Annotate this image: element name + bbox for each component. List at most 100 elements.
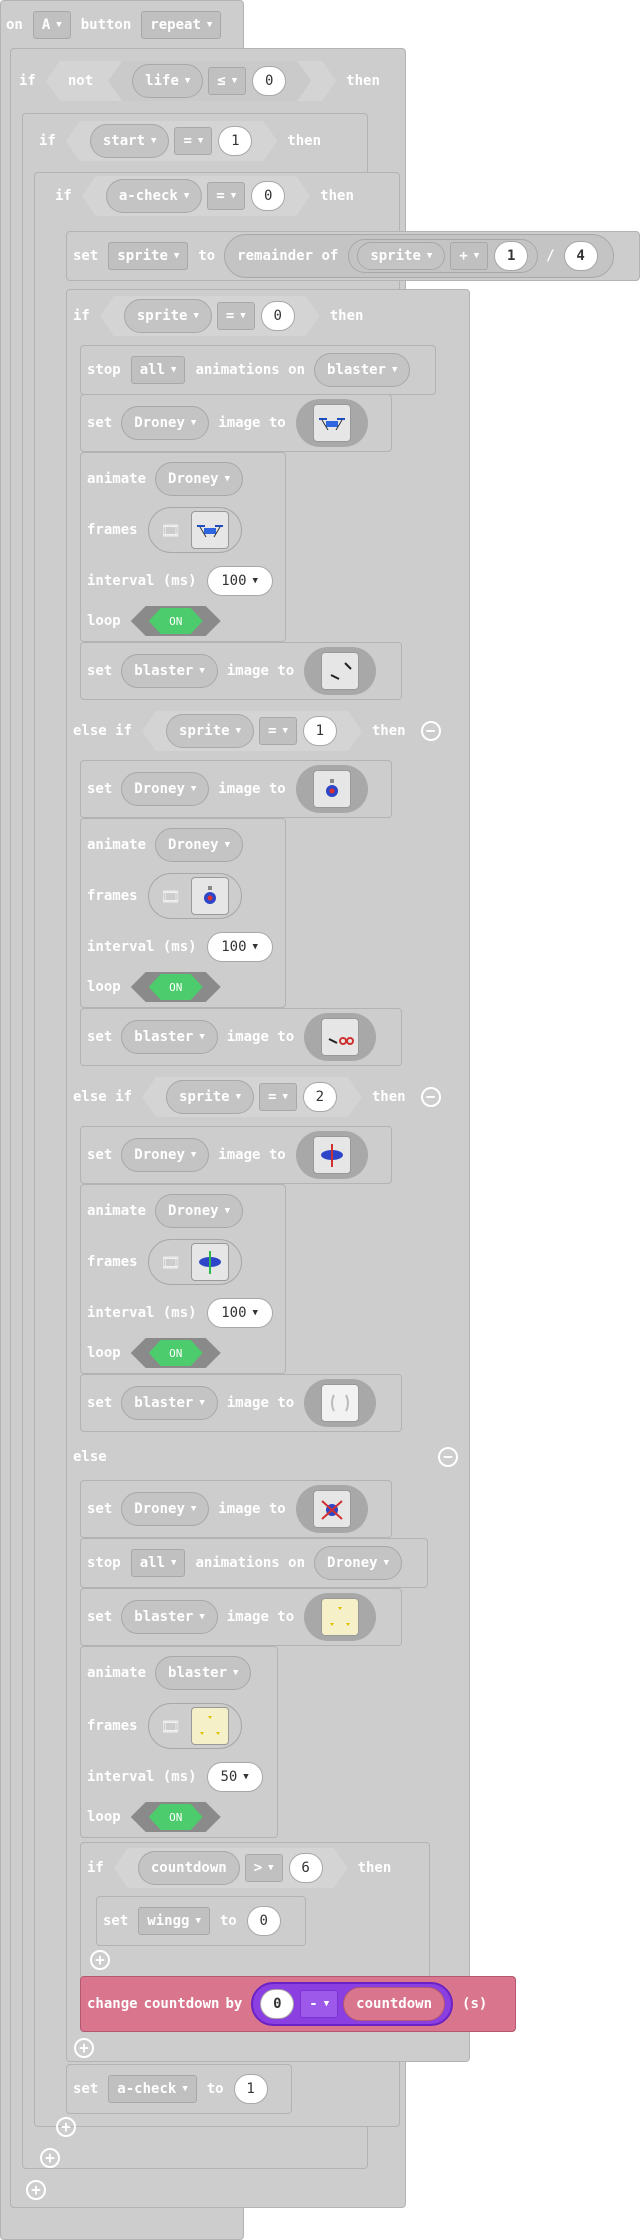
var-start[interactable]: start ▼ [90, 124, 170, 158]
sprite-dropdown[interactable]: Droney ▼ [121, 772, 210, 806]
interval-field[interactable]: 100 ▼ [206, 1298, 273, 1328]
chevron-down-icon: ▼ [190, 784, 197, 794]
sprite-dropdown[interactable]: Droney ▼ [155, 462, 244, 496]
interval-label: interval (ms) [87, 939, 197, 955]
loop-toggle[interactable]: ON [130, 972, 221, 1002]
value-field[interactable]: 1 [303, 716, 337, 746]
op-dropdown[interactable]: = ▼ [174, 127, 212, 155]
var-sprite[interactable]: sprite ▼ [124, 299, 212, 333]
chevron-down-icon: ▼ [190, 418, 197, 428]
image-picker[interactable] [295, 399, 368, 447]
frames-picker[interactable]: 🎞 [147, 1239, 242, 1285]
sprite-dropdown[interactable]: Droney ▼ [121, 1492, 210, 1526]
op-dropdown[interactable]: = ▼ [207, 182, 245, 210]
sprite-dropdown[interactable]: blaster ▼ [121, 1600, 218, 1634]
film-icon: 🎞 [160, 1252, 181, 1272]
value-field[interactable]: 0 [252, 66, 286, 96]
sprite-dropdown[interactable]: blaster ▼ [121, 1020, 218, 1054]
plus-icon[interactable]: + [74, 2038, 94, 2058]
var-dropdown[interactable]: wingg ▼ [138, 1907, 210, 1935]
chevron-down-icon: ▼ [282, 1092, 288, 1102]
var-sprite[interactable]: sprite ▼ [166, 1080, 254, 1114]
op-dropdown[interactable]: - ▼ [300, 1990, 339, 2018]
value-field[interactable]: 6 [289, 1853, 323, 1883]
math-block[interactable]: 0 - ▼ countdown [251, 1982, 454, 2026]
compare-block[interactable]: countdown > ▼ 6 [114, 1848, 348, 1888]
minus-icon[interactable]: − [420, 721, 441, 741]
plus-icon[interactable]: + [40, 2148, 60, 2168]
value-field[interactable]: 1 [494, 241, 529, 271]
compare-block[interactable]: sprite ▼ = ▼ 1 [142, 711, 362, 751]
by-keyword: by [225, 1996, 243, 2012]
sprite-dropdown[interactable]: Droney ▼ [155, 1194, 244, 1228]
op-dropdown[interactable]: > ▼ [245, 1854, 283, 1882]
interval-field[interactable]: 100 ▼ [206, 566, 273, 596]
var-a-check[interactable]: a-check ▼ [106, 179, 202, 213]
not-block[interactable]: not life ▼ ≤ ▼ 0 [46, 61, 336, 101]
value-field[interactable]: 0 [251, 181, 285, 211]
compare-block[interactable]: life ▼ ≤ ▼ 0 [108, 61, 311, 101]
interval-field[interactable]: 50 ▼ [206, 1762, 263, 1792]
value-field[interactable]: 1 [233, 2074, 268, 2104]
var-sprite[interactable]: sprite ▼ [357, 242, 446, 270]
sprite-dropdown[interactable]: blaster ▼ [121, 1386, 218, 1420]
sprite-dropdown[interactable]: Droney ▼ [121, 406, 210, 440]
loop-toggle[interactable]: ON [130, 606, 221, 636]
var-countdown[interactable]: countdown [138, 1851, 240, 1885]
op-dropdown[interactable]: = ▼ [217, 302, 255, 330]
sprite-dropdown[interactable]: Droney ▼ [121, 1138, 210, 1172]
var-life[interactable]: life ▼ [132, 64, 203, 98]
key-dropdown[interactable]: A ▼ [32, 11, 71, 39]
image-picker[interactable] [295, 1485, 368, 1533]
op-dropdown[interactable]: = ▼ [259, 1083, 297, 1111]
frames-picker[interactable]: 🎞 [147, 507, 242, 553]
compare-block[interactable]: start ▼ = ▼ 1 [66, 121, 277, 161]
change-keyword: change [87, 1996, 138, 2012]
value-field[interactable]: 1 [218, 126, 252, 156]
op-dropdown[interactable]: + ▼ [450, 242, 489, 270]
var-dropdown[interactable]: sprite ▼ [108, 242, 189, 270]
op-dropdown[interactable]: = ▼ [259, 717, 297, 745]
sprite-dropdown[interactable]: blaster ▼ [314, 353, 411, 387]
which-dropdown[interactable]: all ▼ [130, 1549, 186, 1577]
minus-icon[interactable]: − [420, 1087, 441, 1107]
chevron-down-icon: ▼ [240, 311, 246, 321]
minus-icon[interactable]: − [438, 1447, 458, 1467]
addition-block[interactable]: sprite ▼ + ▼ 1 [348, 239, 539, 273]
frames-picker[interactable]: 🎞 [147, 873, 242, 919]
compare-block[interactable]: a-check ▼ = ▼ 0 [82, 176, 310, 216]
value-field[interactable]: 0 [246, 1906, 281, 1936]
sprite-dropdown[interactable]: blaster ▼ [155, 1656, 252, 1690]
loop-toggle[interactable]: ON [130, 1802, 221, 1832]
image-picker[interactable] [304, 1013, 377, 1061]
var-countdown[interactable]: countdown [343, 1987, 446, 2021]
sprite-dropdown[interactable]: Droney ▼ [155, 828, 244, 862]
mode-dropdown[interactable]: repeat ▼ [141, 11, 222, 39]
divisor-field[interactable]: 4 [563, 241, 598, 271]
plus-icon[interactable]: + [56, 2117, 76, 2137]
compare-block[interactable]: sprite ▼ = ▼ 2 [142, 1077, 362, 1117]
sprite-dropdown[interactable]: Droney ▼ [314, 1546, 403, 1580]
compare-block[interactable]: sprite ▼ = ▼ 0 [100, 296, 320, 336]
value-field[interactable]: 0 [261, 301, 295, 331]
image-picker[interactable] [304, 647, 377, 695]
image-picker[interactable] [304, 1593, 377, 1641]
image-picker[interactable] [295, 765, 368, 813]
image-picker[interactable] [295, 1131, 368, 1179]
plus-icon[interactable]: + [90, 1950, 110, 1970]
value-field[interactable]: 0 [260, 1989, 295, 2019]
plus-icon[interactable]: + [26, 2180, 46, 2200]
var-dropdown[interactable]: a-check ▼ [108, 2075, 197, 2103]
frames-picker[interactable]: 🎞 [147, 1703, 242, 1749]
op-dropdown[interactable]: ≤ ▼ [208, 67, 246, 95]
sprite-dropdown[interactable]: blaster ▼ [121, 654, 218, 688]
which-dropdown[interactable]: all ▼ [130, 356, 186, 384]
chevron-down-icon: ▼ [199, 1612, 205, 1622]
loop-toggle[interactable]: ON [130, 1338, 221, 1368]
image-picker[interactable] [304, 1379, 377, 1427]
var-sprite[interactable]: sprite ▼ [166, 714, 254, 748]
value-field[interactable]: 2 [303, 1082, 337, 1112]
interval-field[interactable]: 100 ▼ [206, 932, 273, 962]
if-keyword: if [73, 308, 90, 324]
remainder-block[interactable]: remainder of sprite ▼ + ▼ 1 / 4 [224, 234, 614, 278]
